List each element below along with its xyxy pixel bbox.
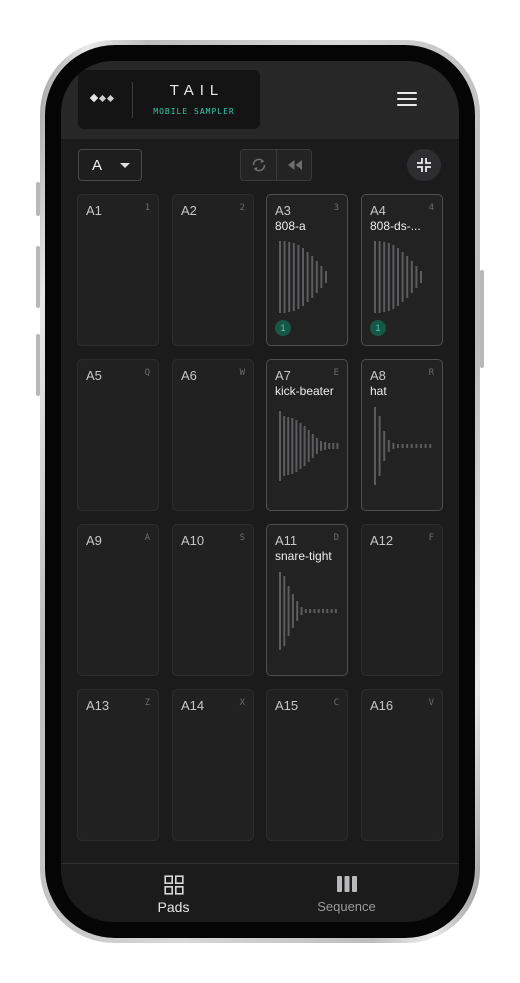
pad-sample-name: hat [370, 384, 387, 398]
pad-a6[interactable]: A6 W [172, 359, 254, 511]
pad-waveform [275, 406, 341, 491]
pad-label: A6 [181, 368, 197, 383]
pad-key-hint: X [239, 698, 245, 708]
logo-divider [132, 82, 133, 118]
pad-waveform [275, 571, 341, 656]
pad-a4[interactable]: A4 4 808-ds-... 1 [361, 194, 443, 346]
pad-a5[interactable]: A5 Q [77, 359, 159, 511]
phone-volume-up-button [36, 246, 40, 308]
pad-sample-name: 808-a [275, 219, 306, 233]
pad-key-hint: 2 [239, 203, 245, 213]
pad-label: A13 [86, 698, 110, 713]
pad-label: A4 [370, 203, 386, 218]
diamond-dots-icon [89, 93, 115, 103]
chevron-down-icon [120, 163, 130, 168]
pad-a15[interactable]: A15 C [266, 689, 348, 841]
waveform-icon [279, 572, 337, 650]
app-logo: TAIL MOBILE SAMPLER [78, 70, 260, 129]
pad-label: A14 [181, 698, 205, 713]
pad-label: A2 [181, 203, 197, 218]
pad-key-hint: S [239, 533, 245, 543]
pad-waveform [370, 406, 436, 491]
pad-key-hint: 1 [144, 203, 150, 213]
pad-a3[interactable]: A3 3 808-a 1 [266, 194, 348, 346]
pad-key-hint: 3 [333, 203, 339, 213]
pad-a11[interactable]: A11 Dsnare-tight [266, 524, 348, 676]
pad-a1[interactable]: A1 1 [77, 194, 159, 346]
pad-label: A9 [86, 533, 102, 548]
pad-sample-name: kick-beater [275, 384, 334, 398]
loop-icon [252, 158, 265, 172]
tab-pads-label: Pads [157, 899, 190, 915]
app-screen: TAIL MOBILE SAMPLER A A1 1 A2 2 A3 3 808… [61, 61, 459, 922]
pad-a16[interactable]: A16 V [361, 689, 443, 841]
waveform-icon [374, 241, 422, 313]
pad-key-hint: V [428, 698, 434, 708]
pad-a9[interactable]: A9 A [77, 524, 159, 676]
pad-a7[interactable]: A7 Ekick-beater [266, 359, 348, 511]
app-subtitle: MOBILE SAMPLER [153, 107, 235, 116]
pad-label: A15 [275, 698, 299, 713]
loop-button[interactable] [241, 150, 277, 180]
pad-count-badge: 1 [370, 320, 386, 336]
rewind-icon [288, 160, 302, 170]
phone-power-button [480, 270, 484, 368]
pad-key-hint: 4 [428, 203, 434, 213]
pad-key-hint: R [428, 368, 434, 378]
pad-label: A8 [370, 368, 386, 383]
collapse-icon [417, 158, 431, 172]
grid-icon [163, 875, 184, 895]
pad-key-hint: A [144, 533, 150, 543]
pad-a8[interactable]: A8 Rhat [361, 359, 443, 511]
pad-key-hint: D [333, 533, 339, 543]
bank-select-value: A [92, 157, 103, 174]
pad-label: A10 [181, 533, 205, 548]
app-header: TAIL MOBILE SAMPLER [61, 61, 459, 139]
hamburger-menu-icon[interactable] [397, 92, 417, 108]
pad-key-hint: F [428, 533, 434, 543]
columns-icon [336, 876, 357, 892]
waveform-icon [279, 411, 339, 481]
tab-bar: Pads Sequence [61, 863, 459, 922]
pad-label: A7 [275, 368, 291, 383]
pad-label: A12 [370, 533, 394, 548]
phone-action-button [36, 182, 40, 216]
app-title: TAIL [169, 82, 225, 99]
pad-sample-name: snare-tight [275, 549, 332, 563]
transport-controls [240, 149, 312, 181]
pad-label: A5 [86, 368, 102, 383]
phone-volume-down-button [36, 334, 40, 396]
collapse-button[interactable] [407, 149, 441, 181]
pad-a12[interactable]: A12 F [361, 524, 443, 676]
pad-key-hint: C [333, 698, 339, 708]
waveform-icon [374, 407, 432, 485]
pad-a14[interactable]: A14 X [172, 689, 254, 841]
pad-label: A1 [86, 203, 102, 218]
pad-count-badge: 1 [275, 320, 291, 336]
pad-a10[interactable]: A10 S [172, 524, 254, 676]
tab-pads[interactable]: Pads [74, 864, 273, 922]
pad-sample-name: 808-ds-... [370, 219, 421, 233]
pad-key-hint: E [333, 368, 339, 378]
pad-key-hint: W [239, 368, 245, 378]
pad-a2[interactable]: A2 2 [172, 194, 254, 346]
pad-label: A16 [370, 698, 394, 713]
pad-waveform [370, 237, 436, 322]
pad-key-hint: Q [144, 368, 150, 378]
pad-label: A3 [275, 203, 291, 218]
tab-sequence-label: Sequence [317, 899, 376, 914]
pad-waveform [275, 237, 341, 322]
tab-sequence[interactable]: Sequence [247, 864, 446, 922]
rewind-button[interactable] [277, 150, 311, 180]
pad-a13[interactable]: A13 Z [77, 689, 159, 841]
waveform-icon [279, 241, 327, 313]
pad-label: A11 [275, 533, 298, 548]
bank-select[interactable]: A [78, 149, 142, 181]
pad-key-hint: Z [144, 698, 150, 708]
